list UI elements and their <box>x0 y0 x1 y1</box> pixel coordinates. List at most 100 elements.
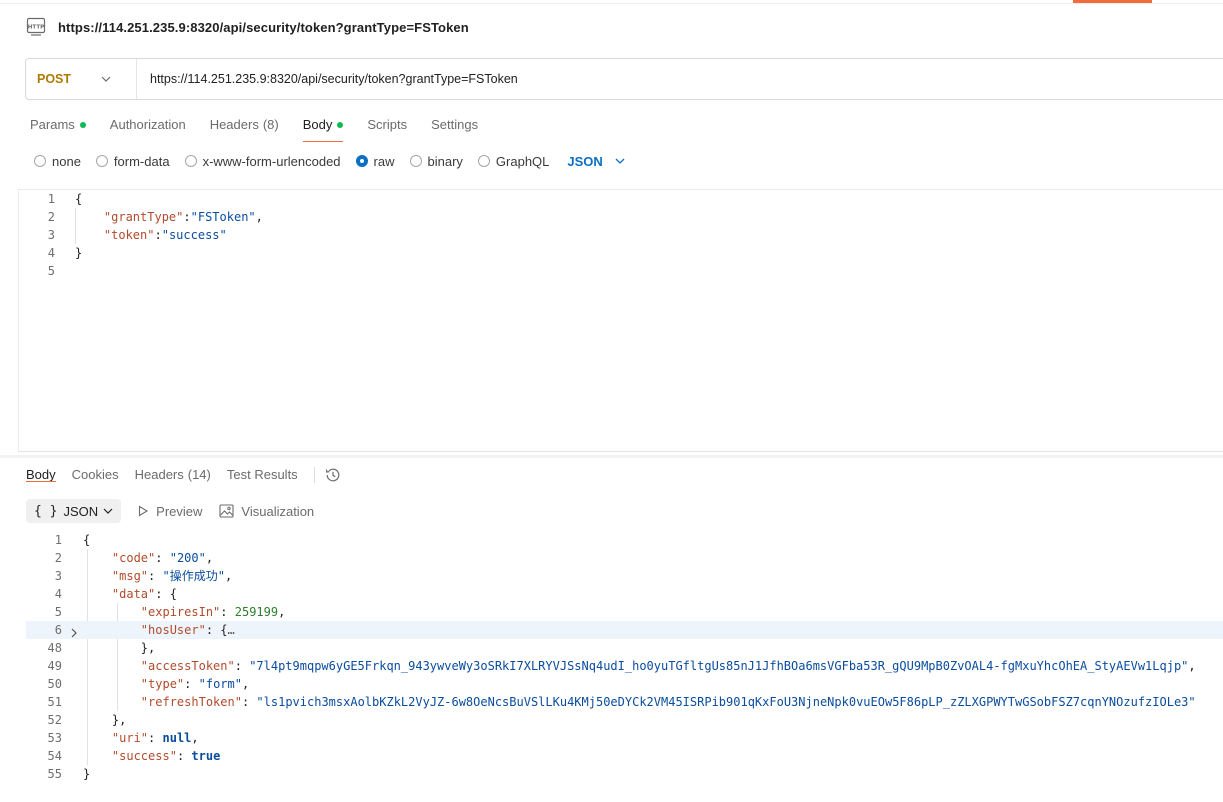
mode-label: none <box>52 153 81 169</box>
mode-urlencoded[interactable]: x-www-form-urlencoded <box>184 153 341 169</box>
line-number: 3 <box>47 228 55 242</box>
preview-label: Preview <box>156 503 203 519</box>
tab-count: (14) <box>187 467 211 482</box>
line-number: 2 <box>54 551 62 565</box>
preview-button[interactable]: Preview <box>137 504 202 519</box>
tab-label: Body <box>26 467 56 482</box>
tab-label: Headers <box>134 467 184 482</box>
line-number: 48 <box>47 641 62 655</box>
chevron-down-icon <box>101 76 111 82</box>
tab-response-headers[interactable]: Headers (14) <box>135 462 211 482</box>
image-icon <box>219 504 234 518</box>
tab-label: Body <box>302 117 333 132</box>
method-label: POST <box>37 72 72 86</box>
visualization-label: Visualization <box>241 503 315 519</box>
line-number: 54 <box>47 749 62 763</box>
mode-label: GraphQL <box>495 153 550 169</box>
tab-label: Headers <box>209 117 259 132</box>
code-line: 52 }, <box>26 711 1223 729</box>
mode-form-data[interactable]: form-data <box>95 154 170 169</box>
url-bar: POST <box>25 58 1223 100</box>
method-select[interactable]: POST <box>26 59 137 99</box>
radio-button[interactable] <box>409 155 422 167</box>
code-text: { <box>83 533 91 547</box>
format-label: JSON <box>63 503 99 519</box>
braces-icon: { } <box>34 503 58 519</box>
radio-button[interactable] <box>95 155 108 167</box>
line-number: 50 <box>47 677 62 691</box>
pane-splitter[interactable] <box>0 455 1223 458</box>
divider <box>313 467 315 483</box>
code-text: "grantType":"FSToken", <box>103 210 263 224</box>
language-label: JSON <box>567 153 603 169</box>
request-tabs: Params Authorization Headers (8) Body Sc… <box>30 112 502 142</box>
code-line: 55} <box>26 765 1223 783</box>
line-number: 5 <box>47 264 55 278</box>
language-select[interactable]: JSON <box>567 153 625 169</box>
tab-label: Authorization <box>109 117 186 132</box>
tab-authorization[interactable]: Authorization <box>110 112 186 142</box>
line-number: 5 <box>54 605 62 619</box>
response-body-viewer[interactable]: 1{2 "code": "200", 3 "msg": "操作成功", 4 "dat… <box>26 531 1223 783</box>
tab-label: Test Results <box>226 467 298 482</box>
mode-label: raw <box>373 153 395 169</box>
code-line: 50 "type": "form", <box>26 675 1223 693</box>
code-text: "accessToken": "7l4pt9mqpw6yGE5Frkqn_943… <box>140 659 1196 673</box>
line-number: 49 <box>47 659 62 673</box>
code-text: "refreshToken": "ls1pvich3msxAolbKZkL2Vy… <box>140 695 1196 709</box>
code-line: 49 "accessToken": "7l4pt9mqpw6yGE5Frkqn_… <box>26 657 1223 675</box>
tab-label: Scripts <box>367 117 408 132</box>
tab-cookies[interactable]: Cookies <box>72 462 119 482</box>
mode-binary[interactable]: binary <box>409 153 463 169</box>
line-number: 55 <box>47 767 62 781</box>
radio-button[interactable] <box>184 155 197 167</box>
code-line: 2 "grantType":"FSToken", <box>18 208 1223 226</box>
tab-scripts[interactable]: Scripts <box>367 112 407 142</box>
code-line: 54 "success": true <box>26 747 1223 765</box>
tab-label: Cookies <box>71 467 119 482</box>
line-number: 4 <box>47 246 55 260</box>
mode-label: x-www-form-urlencoded <box>202 153 341 169</box>
line-number: 52 <box>47 713 62 727</box>
code-line: 4} <box>18 244 1223 262</box>
code-text: } <box>75 246 83 260</box>
mode-none[interactable]: none <box>34 154 81 169</box>
tab-response-body[interactable]: Body <box>26 462 56 482</box>
url-input[interactable] <box>137 59 1223 99</box>
code-line: 53 "uri": null, <box>26 729 1223 747</box>
editor-border <box>18 451 1223 452</box>
radio-button-checked[interactable] <box>355 155 368 167</box>
history-icon[interactable] <box>325 462 341 483</box>
mode-graphql[interactable]: GraphQL <box>477 153 550 169</box>
visualization-button[interactable]: Visualization <box>219 504 314 519</box>
code-line: 51 "refreshToken": "ls1pvich3msxAolbKZkL… <box>26 693 1223 711</box>
request-title[interactable]: https://114.251.235.9:8320/api/security/… <box>58 20 469 35</box>
line-number: 1 <box>54 533 62 547</box>
tab-label: Params <box>30 117 75 132</box>
code-text: }, <box>83 713 127 727</box>
tab-settings[interactable]: Settings <box>431 112 478 142</box>
radio-button[interactable] <box>477 155 490 167</box>
response-toolbar: { } JSON Preview Visualization <box>26 499 331 523</box>
tab-params[interactable]: Params <box>30 112 86 142</box>
mode-raw[interactable]: raw <box>355 153 395 169</box>
tab-headers[interactable]: Headers (8) <box>210 112 279 142</box>
request-body-editor[interactable]: 1{2 "grantType":"FSToken", 3 "token":"suc… <box>18 190 1223 280</box>
mode-label: binary <box>427 153 463 169</box>
code-text: "data": { <box>111 587 177 601</box>
chevron-down-icon <box>615 158 625 164</box>
tab-body[interactable]: Body <box>302 112 344 142</box>
request-title-bar: HTTP https://114.251.235.9:8320/api/secu… <box>26 15 469 39</box>
line-number: 4 <box>54 587 62 601</box>
code-line: 1{ <box>18 190 1223 208</box>
tab-test-results[interactable]: Test Results <box>227 462 298 482</box>
code-text: "expiresIn": 259199, <box>140 605 286 619</box>
radio-button[interactable] <box>34 155 46 167</box>
code-text: "token":"success" <box>103 228 227 242</box>
status-dot <box>337 122 344 128</box>
response-format-select[interactable]: { } JSON <box>26 499 122 523</box>
code-text: { <box>75 192 83 206</box>
line-number: 2 <box>47 210 55 224</box>
code-text: "code": "200", <box>111 551 214 565</box>
code-line: 1{ <box>26 531 1223 549</box>
